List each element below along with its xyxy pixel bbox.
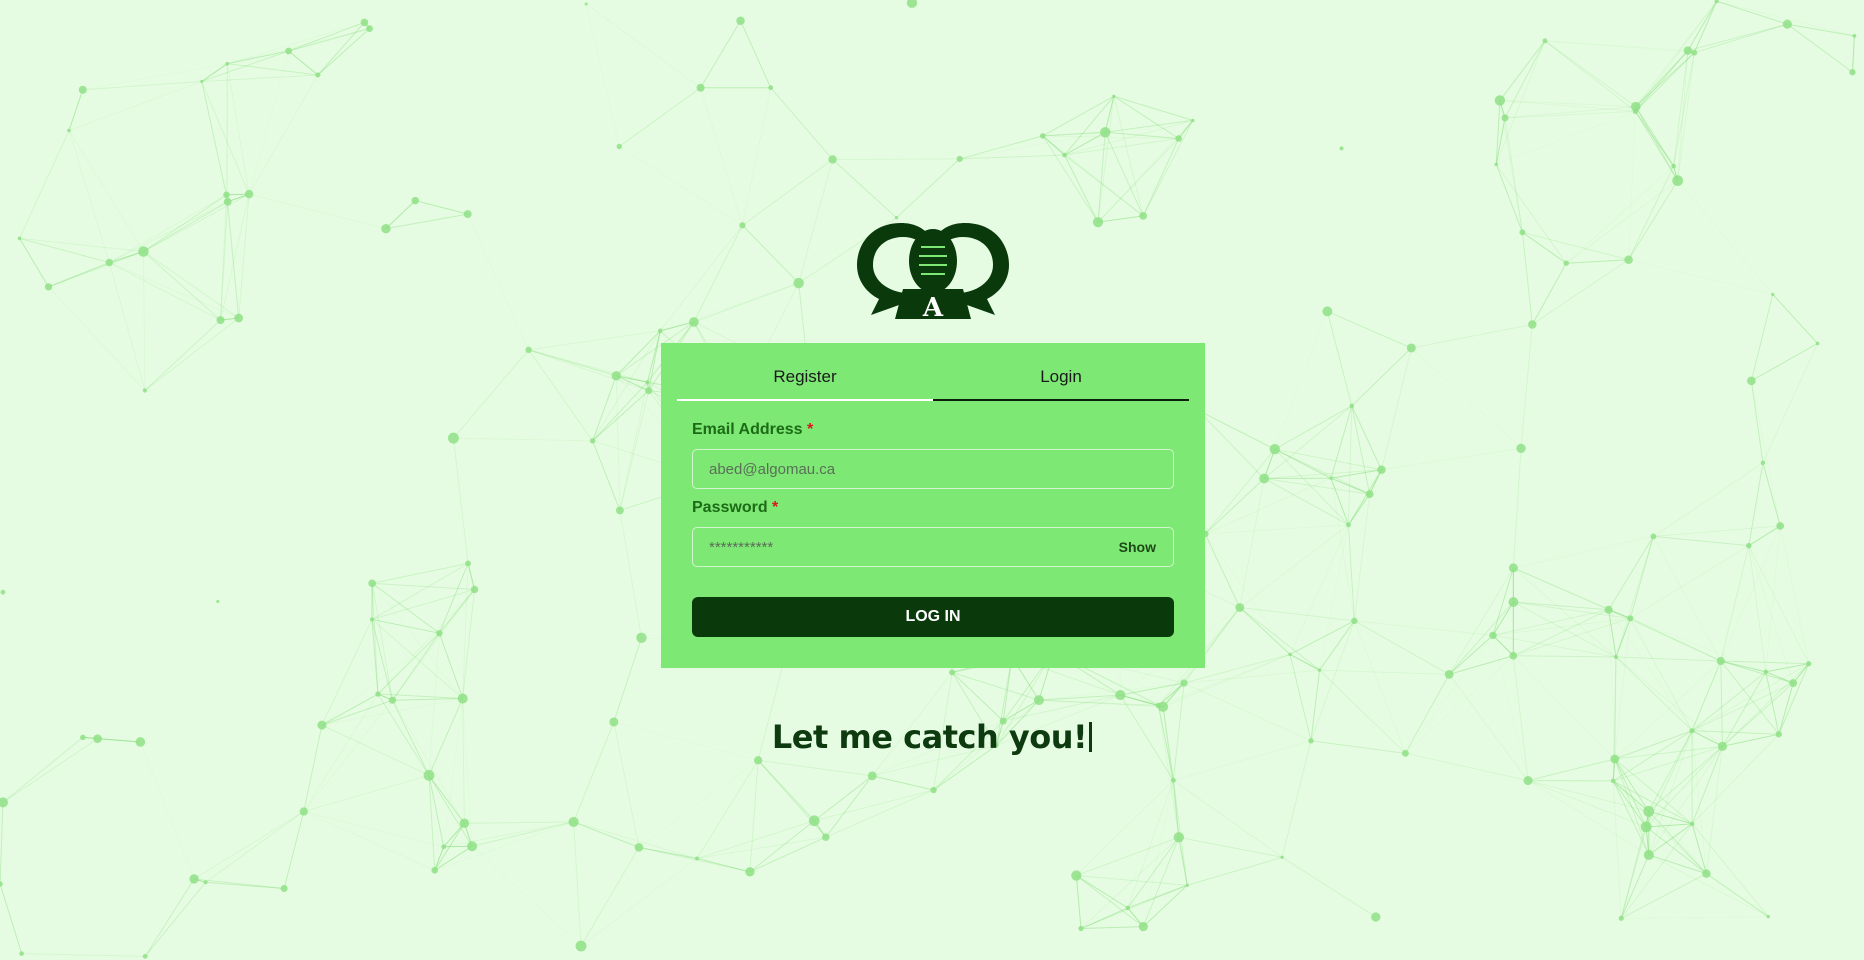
tab-login[interactable]: Login [933,359,1189,401]
email-label-text: Email Address [692,421,803,438]
password-field-wrapper: Show [692,527,1174,567]
login-form: Email Address * Password * Show LOG IN [677,419,1189,637]
show-password-button[interactable]: Show [1119,528,1156,566]
password-field[interactable] [693,528,1173,566]
tagline: Let me catch you! [0,718,1864,756]
email-field[interactable] [693,450,1173,488]
tab-register[interactable]: Register [677,359,933,401]
auth-card: Register Login Email Address * Password … [661,343,1205,668]
app-logo: A [853,215,1013,323]
password-required-mark: * [772,499,779,516]
logo-letter: A [922,293,944,323]
email-field-wrapper [692,449,1174,489]
email-required-mark: * [807,421,814,438]
email-label: Email Address * [692,419,1174,441]
password-label-text: Password [692,499,768,516]
typing-caret [1089,722,1093,752]
auth-tabs: Register Login [677,359,1189,401]
login-button[interactable]: LOG IN [692,597,1174,637]
tagline-text: Let me catch you! [771,718,1088,756]
password-label: Password * [692,497,1174,519]
